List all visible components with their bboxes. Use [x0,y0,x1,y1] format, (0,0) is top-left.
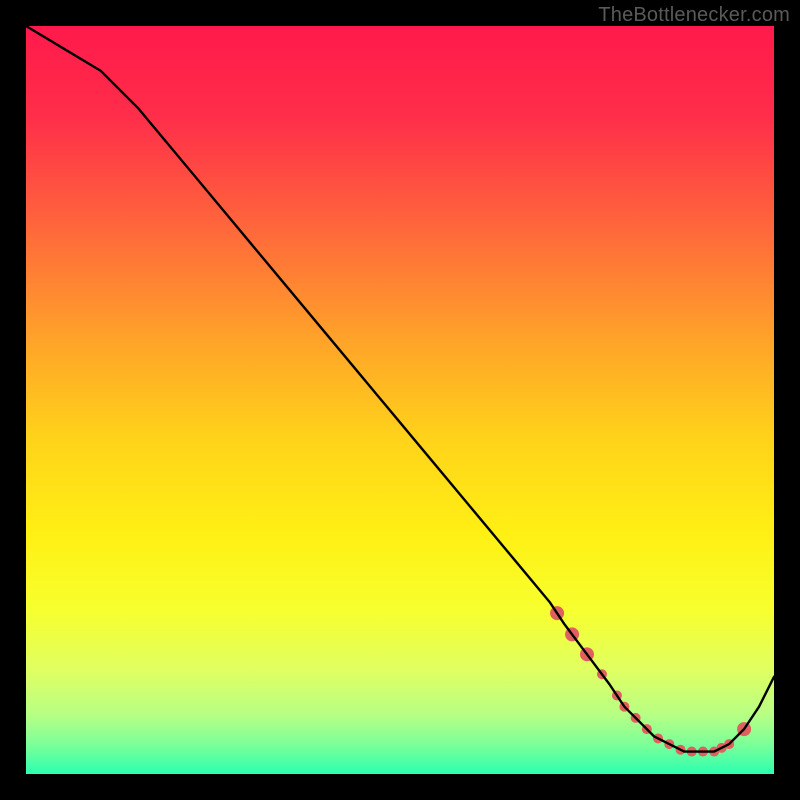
chart-stage: TheBottlenecker.com [0,0,800,800]
plot-area [26,26,774,774]
gradient-background [26,26,774,774]
chart-svg [26,26,774,774]
watermark-text: TheBottlenecker.com [598,4,790,27]
